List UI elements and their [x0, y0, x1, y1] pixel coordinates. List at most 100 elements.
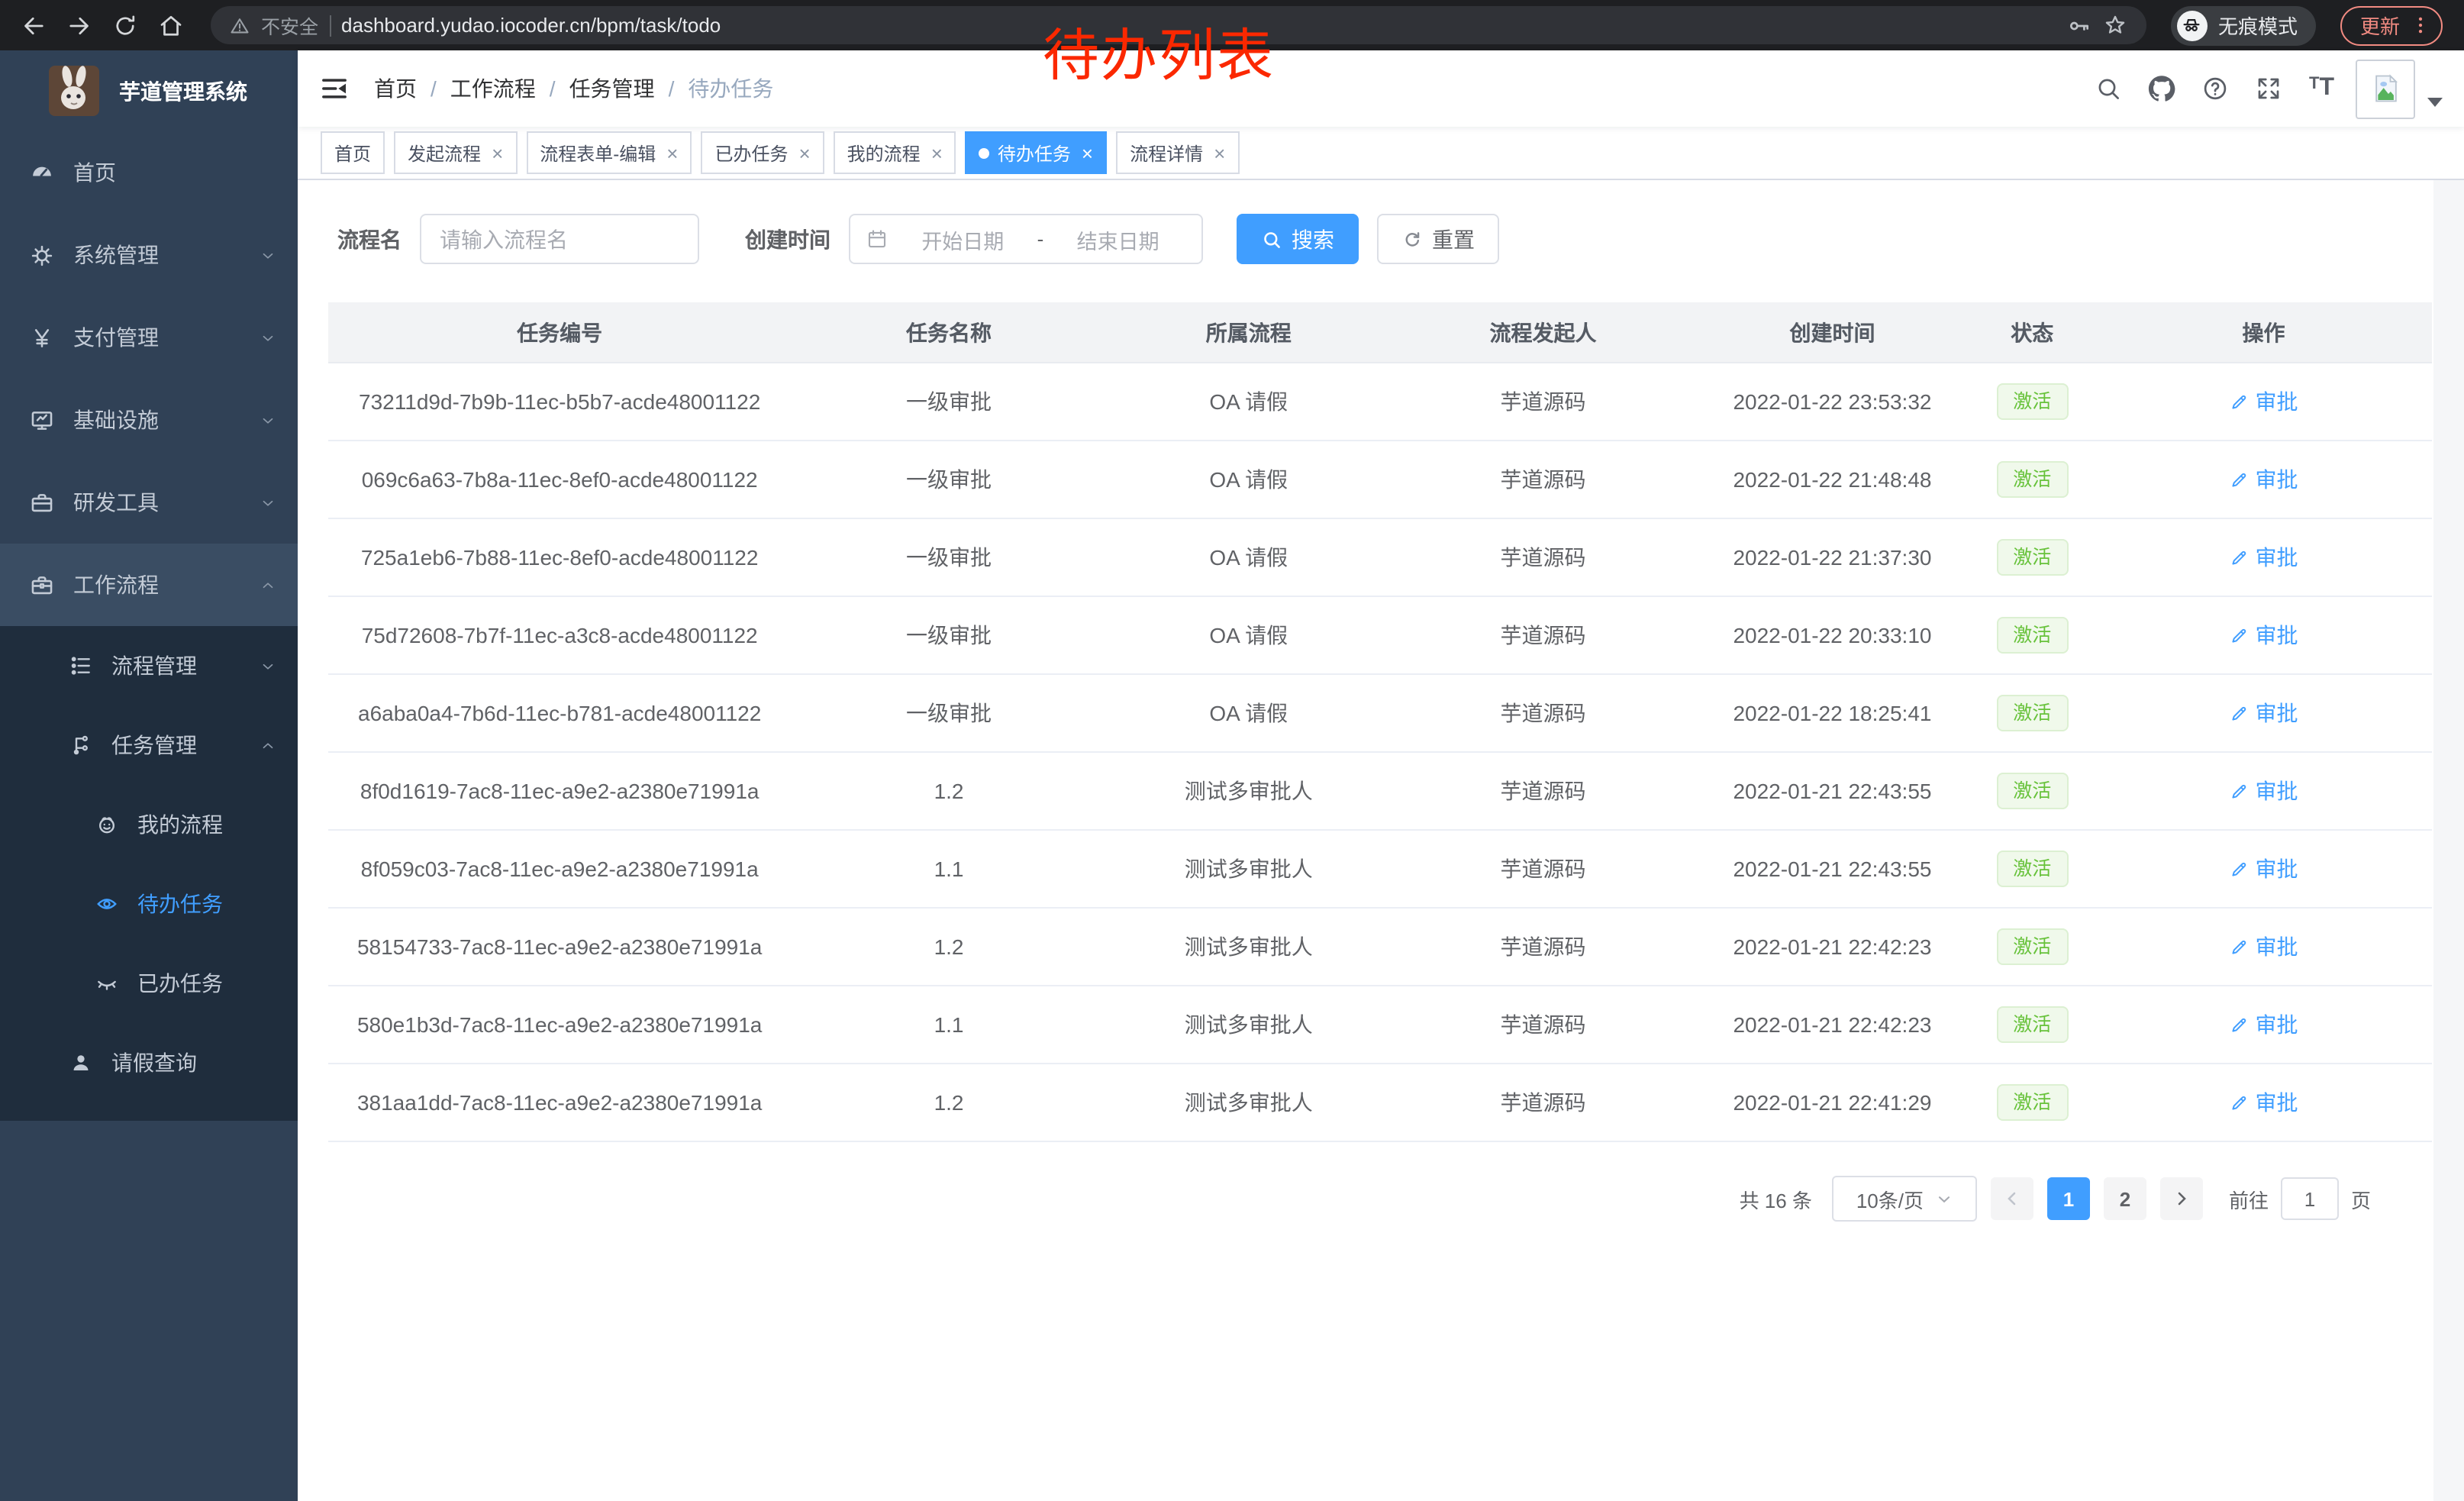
approve-label: 审批 — [2255, 464, 2298, 495]
page-button-2[interactable]: 2 — [2104, 1177, 2146, 1220]
github-icon — [2149, 75, 2176, 102]
eye-closed-icon — [95, 971, 119, 996]
page-size-select[interactable]: 10条/页 — [1832, 1176, 1977, 1222]
tab-发起流程[interactable]: 发起流程× — [394, 131, 517, 174]
app-logo[interactable]: 芋道管理系统 — [0, 50, 298, 131]
approve-link[interactable]: 审批 — [2229, 464, 2298, 495]
scrollbar-gutter[interactable] — [2433, 179, 2464, 1501]
cell-create-time: 2022-01-22 18:25:41 — [1695, 674, 1969, 752]
sidebar-item-首页[interactable]: 首页 — [0, 131, 298, 214]
tab-流程详情[interactable]: 流程详情× — [1116, 131, 1239, 174]
search-icon[interactable] — [2095, 75, 2123, 102]
sidebar-item-支付管理[interactable]: 支付管理 — [0, 296, 298, 379]
sidebar-item-流程管理[interactable]: 流程管理 — [0, 626, 298, 705]
font-size-icon[interactable]: TT — [2309, 75, 2334, 102]
column-header: 所属流程 — [1107, 302, 1391, 363]
table-row: 8f0d1619-7ac8-11ec-a9e2-a2380e71991a1.2测… — [328, 752, 2432, 830]
date-range-picker[interactable]: 开始日期 - 结束日期 — [849, 214, 1203, 264]
cell-task-id: 725a1eb6-7b88-11ec-8ef0-acde48001122 — [328, 518, 791, 596]
start-date-placeholder[interactable]: 开始日期 — [895, 224, 1031, 254]
page-button-1[interactable]: 1 — [2047, 1177, 2090, 1220]
next-page-button[interactable] — [2160, 1177, 2203, 1220]
process-name-input[interactable] — [420, 214, 699, 264]
tab-我的流程[interactable]: 我的流程× — [834, 131, 956, 174]
approve-link[interactable]: 审批 — [2229, 542, 2298, 573]
approve-link[interactable]: 审批 — [2229, 698, 2298, 728]
cell-create-time: 2022-01-22 21:37:30 — [1695, 518, 1969, 596]
breadcrumb-item[interactable]: 工作流程 — [450, 73, 536, 104]
close-icon[interactable]: × — [666, 143, 678, 163]
close-icon[interactable]: × — [931, 143, 943, 163]
prev-page-button[interactable] — [1991, 1177, 2033, 1220]
home-button[interactable] — [153, 7, 189, 44]
table-row: 381aa1dd-7ac8-11ec-a9e2-a2380e71991a1.2测… — [328, 1064, 2432, 1141]
sidebar-item-任务管理[interactable]: 任务管理 — [0, 705, 298, 785]
status-badge: 激活 — [1996, 617, 2068, 654]
back-button[interactable] — [15, 7, 52, 44]
breadcrumb-separator: / — [550, 76, 556, 101]
cell-initiator: 芋道源码 — [1391, 674, 1696, 752]
forward-button[interactable] — [61, 7, 98, 44]
approve-label: 审批 — [2255, 1009, 2298, 1040]
close-icon[interactable]: × — [798, 143, 810, 163]
search-button[interactable]: 搜索 — [1237, 214, 1359, 264]
approve-link[interactable]: 审批 — [2229, 1009, 2298, 1040]
update-label: 更新 — [2360, 11, 2400, 40]
briefcase-icon — [29, 572, 55, 598]
reset-button[interactable]: 重置 — [1377, 214, 1499, 264]
table-row: 8f059c03-7ac8-11ec-a9e2-a2380e71991a1.1测… — [328, 830, 2432, 908]
cell-status: 激活 — [1969, 518, 2095, 596]
avatar[interactable] — [2356, 59, 2415, 118]
update-button[interactable]: 更新 — [2340, 5, 2443, 45]
sidebar-item-研发工具[interactable]: 研发工具 — [0, 461, 298, 544]
security-label[interactable]: 不安全 — [261, 11, 318, 40]
sidebar-item-系统管理[interactable]: 系统管理 — [0, 214, 298, 296]
breadcrumb-item[interactable]: 首页 — [374, 73, 417, 104]
cell-task-name: 一级审批 — [791, 674, 1106, 752]
tab-待办任务[interactable]: 待办任务× — [966, 131, 1107, 174]
sidebar-item-工作流程[interactable]: 工作流程 — [0, 544, 298, 626]
cell-action: 审批 — [2095, 908, 2432, 986]
star-icon[interactable] — [2102, 12, 2128, 38]
cell-task-name: 一级审批 — [791, 596, 1106, 674]
close-icon[interactable]: × — [1082, 143, 1093, 163]
sidebar-item-请假查询[interactable]: 请假查询 — [0, 1023, 298, 1102]
avatar-dropdown-caret[interactable] — [2427, 98, 2443, 107]
cell-task-name: 一级审批 — [791, 518, 1106, 596]
status-badge: 激活 — [1996, 1006, 2068, 1044]
tab-已办任务[interactable]: 已办任务× — [701, 131, 824, 174]
github-icon[interactable] — [2149, 75, 2176, 102]
list-tree-icon — [69, 654, 93, 678]
approve-link[interactable]: 审批 — [2229, 776, 2298, 806]
key-icon[interactable] — [2067, 13, 2091, 37]
chevron-up-icon — [260, 737, 276, 754]
sidebar-item-已办任务[interactable]: 已办任务 — [0, 944, 298, 1023]
table-row: 73211d9d-7b9b-11ec-b5b7-acde48001122一级审批… — [328, 363, 2432, 441]
close-icon[interactable]: × — [492, 143, 503, 163]
end-date-placeholder[interactable]: 结束日期 — [1050, 224, 1186, 254]
approve-link[interactable]: 审批 — [2229, 931, 2298, 962]
approve-label: 审批 — [2255, 698, 2298, 728]
breadcrumb-item[interactable]: 任务管理 — [569, 73, 655, 104]
status-badge: 激活 — [1996, 928, 2068, 966]
approve-link[interactable]: 审批 — [2229, 620, 2298, 650]
edit-pen-icon — [2229, 703, 2249, 723]
sidebar-item-基础设施[interactable]: 基础设施 — [0, 379, 298, 461]
cell-action: 审批 — [2095, 518, 2432, 596]
approve-link[interactable]: 审批 — [2229, 854, 2298, 884]
sidebar-collapse-icon[interactable] — [319, 73, 350, 104]
reload-button[interactable] — [107, 7, 144, 44]
sidebar-item-待办任务[interactable]: 待办任务 — [0, 864, 298, 944]
url-divider — [329, 15, 331, 36]
sidebar-item-label: 支付管理 — [73, 322, 159, 353]
question-icon[interactable] — [2202, 75, 2230, 102]
close-icon[interactable]: × — [1214, 143, 1225, 163]
approve-link[interactable]: 审批 — [2229, 386, 2298, 417]
tab-首页[interactable]: 首页 — [321, 131, 385, 174]
sidebar-item-我的流程[interactable]: 我的流程 — [0, 785, 298, 864]
tab-流程表单-编辑[interactable]: 流程表单-编辑× — [526, 131, 692, 174]
fullscreen-icon[interactable] — [2256, 75, 2283, 102]
jump-page-input[interactable] — [2281, 1177, 2339, 1220]
browser-menu-icon[interactable] — [2409, 14, 2432, 37]
approve-link[interactable]: 审批 — [2229, 1087, 2298, 1118]
